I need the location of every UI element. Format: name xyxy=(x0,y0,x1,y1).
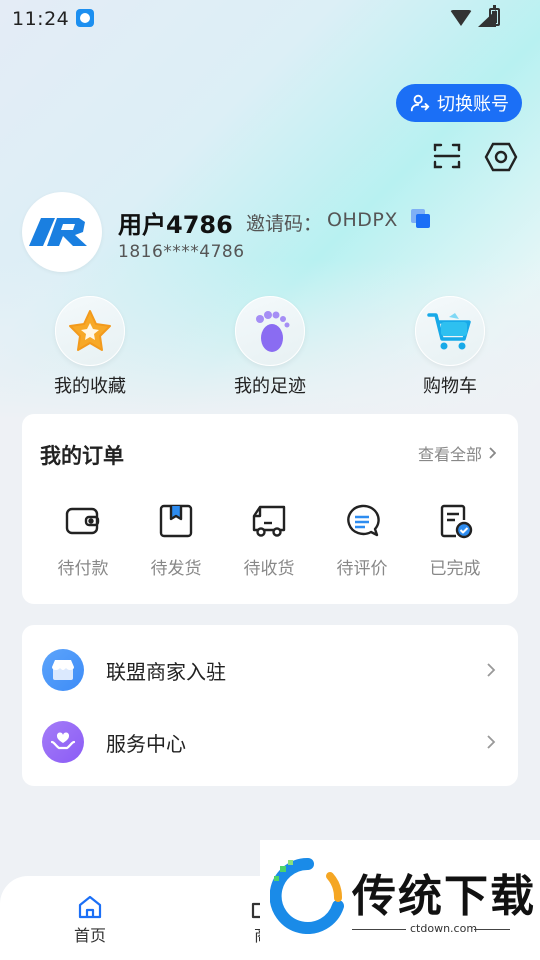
quick-link-cart[interactable]: 购物车 xyxy=(390,296,510,398)
quick-link-favorites[interactable]: 我的收藏 xyxy=(30,296,150,398)
copy-icon[interactable] xyxy=(410,208,432,230)
chevron-right-icon xyxy=(487,663,496,677)
chevron-right-icon xyxy=(489,447,496,459)
order-status-pending-receipt[interactable]: 待收货 xyxy=(224,502,314,579)
home-icon xyxy=(78,895,102,919)
cart-icon xyxy=(415,296,485,366)
orders-card: 我的订单 查看全部 待付款 待发货 待收货 待评价 已完成 xyxy=(22,414,518,604)
store-icon xyxy=(42,649,84,691)
wallet-icon xyxy=(65,507,100,535)
wifi-icon xyxy=(450,10,472,26)
switch-account-label: 切换账号 xyxy=(437,94,509,115)
settings-icon[interactable] xyxy=(484,140,518,174)
nav-item-home[interactable]: 首页 xyxy=(50,894,130,946)
order-status-pending-shipment[interactable]: 待发货 xyxy=(131,502,221,579)
watermark-logo-icon xyxy=(270,858,344,934)
menu-item-label: 服务中心 xyxy=(106,731,186,756)
order-status-completed[interactable]: 已完成 xyxy=(410,502,500,579)
footprint-icon xyxy=(235,296,305,366)
orders-title: 我的订单 xyxy=(40,444,124,468)
order-status-label: 待发货 xyxy=(150,559,202,579)
nav-label: 首页 xyxy=(73,926,106,945)
view-all-label: 查看全部 xyxy=(417,445,482,464)
quick-link-label: 我的足迹 xyxy=(234,376,306,397)
order-status-label: 待付款 xyxy=(57,559,109,579)
switch-account-button[interactable]: 切换账号 xyxy=(396,84,522,122)
watermark-title: 传统下载 xyxy=(352,871,536,922)
quick-link-footprints[interactable]: 我的足迹 xyxy=(210,296,330,398)
completed-icon xyxy=(440,504,473,539)
status-time: 11:24 xyxy=(12,8,70,30)
switch-user-icon xyxy=(410,94,430,112)
order-status-label: 待收货 xyxy=(243,559,295,579)
watermark-divider xyxy=(474,929,510,930)
menu-item-label: 联盟商家入驻 xyxy=(106,659,226,684)
chevron-right-icon xyxy=(487,735,496,749)
service-heart-icon xyxy=(42,721,84,763)
order-status-label: 已完成 xyxy=(429,559,481,579)
package-icon xyxy=(159,504,193,538)
order-status-label: 待评价 xyxy=(336,559,388,579)
watermark-divider xyxy=(352,929,406,930)
scan-icon[interactable] xyxy=(431,140,463,172)
status-bar: 11:24 xyxy=(0,0,540,36)
order-status-pending-payment[interactable]: 待付款 xyxy=(38,502,128,579)
avatar-logo-icon xyxy=(29,218,87,246)
menu-item-merchant-join[interactable]: 联盟商家入驻 xyxy=(22,634,518,706)
comment-icon xyxy=(347,504,380,537)
battery-icon xyxy=(489,5,500,26)
view-all-orders-link[interactable]: 查看全部 xyxy=(418,441,496,465)
order-status-pending-review[interactable]: 待评价 xyxy=(317,502,407,579)
invite-code-label: 邀请码： xyxy=(246,213,323,235)
quick-link-label: 购物车 xyxy=(423,376,477,397)
avatar[interactable] xyxy=(22,192,102,272)
star-icon xyxy=(55,296,125,366)
truck-icon xyxy=(252,505,286,537)
menu-item-service-center[interactable]: 服务中心 xyxy=(22,706,518,778)
phone-number: 1816****4786 xyxy=(118,242,245,262)
watermark-overlay: 传统下载 ctdown.com xyxy=(260,840,540,960)
notification-app-icon xyxy=(76,9,94,27)
quick-link-label: 我的收藏 xyxy=(54,376,126,397)
username: 用户4786 xyxy=(118,211,233,239)
invite-code: OHDPX xyxy=(327,209,398,231)
menu-card: 联盟商家入驻 服务中心 xyxy=(22,625,518,786)
watermark-url: ctdown.com xyxy=(410,922,478,935)
